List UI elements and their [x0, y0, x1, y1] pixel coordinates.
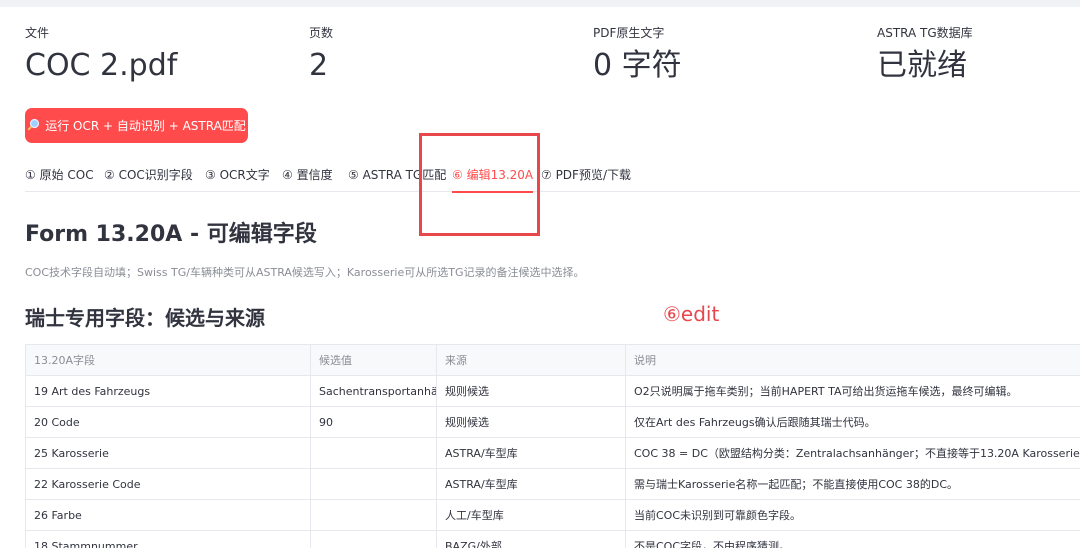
table-cell[interactable]: 不是COC字段，不由程序猜测。 — [626, 531, 1080, 548]
metric-pages: 页数 2 — [309, 24, 333, 86]
tab-coc-fields[interactable]: ② COC识别字段 — [104, 164, 193, 192]
tab-bar: ① 原始 COC ② COC识别字段 ③ OCR文字 ④ 置信度 ⑤ ASTRA… — [25, 164, 1080, 193]
table-cell[interactable]: 规则候选 — [437, 376, 626, 407]
top-panel-strip — [0, 0, 1080, 7]
section-title: 瑞士专用字段：候选与来源 — [25, 306, 265, 330]
table-cell[interactable]: 26 Farbe — [26, 500, 311, 531]
table-cell[interactable] — [311, 469, 437, 500]
table-cell[interactable]: 当前COC未识别到可靠颜色字段。 — [626, 500, 1080, 531]
metric-pdf-text: PDF原生文字 0 字符 — [593, 24, 682, 86]
table-row[interactable]: 20 Code 90 规则候选 仅在Art des Fahrzeugs确认后跟随… — [26, 407, 1080, 438]
metric-file-label: 文件 — [25, 26, 50, 40]
metric-pdf-text-label: PDF原生文字 — [593, 26, 665, 40]
table-row[interactable]: 22 Karosserie Code ASTRA/车型库 需与瑞士Karosse… — [26, 469, 1080, 500]
page-title: Form 13.20A - 可编辑字段 — [25, 222, 317, 247]
metric-astra-db-label: ASTRA TG数据库 — [877, 26, 973, 40]
metric-astra-db: ASTRA TG数据库 已就绪 — [877, 24, 973, 86]
table-cell[interactable]: 规则候选 — [437, 407, 626, 438]
column-header[interactable]: 13.20A字段 — [26, 345, 311, 376]
table-cell[interactable]: O2只说明属于拖车类别；当前HAPERT TA可给出货运拖车候选，最终可编辑。 — [626, 376, 1080, 407]
table-row[interactable]: 18 Stammnummer BAZG/外部 不是COC字段，不由程序猜测。 — [26, 531, 1080, 548]
tab-ocr-text[interactable]: ③ OCR文字 — [205, 164, 270, 192]
candidates-table[interactable]: 13.20A字段 候选值 来源 说明 19 Art des Fahrzeugs … — [25, 344, 1080, 548]
table-cell[interactable]: 18 Stammnummer — [26, 531, 311, 548]
highlight-box — [419, 133, 540, 236]
table-cell[interactable]: 仅在Art des Fahrzeugs确认后跟随其瑞士代码。 — [626, 407, 1080, 438]
table-cell[interactable]: 20 Code — [26, 407, 311, 438]
magnifier-icon — [27, 118, 40, 134]
table-row[interactable]: 19 Art des Fahrzeugs Sachentransportanhä… — [26, 376, 1080, 407]
table-cell[interactable]: Sachentransportanhänger — [311, 376, 437, 407]
table-row[interactable]: 26 Farbe 人工/车型库 当前COC未识别到可靠颜色字段。 — [26, 500, 1080, 531]
table-cell[interactable]: BAZG/外部 — [437, 531, 626, 548]
run-ocr-button-label: 运行 OCR + 自动识别 + ASTRA匹配 — [45, 119, 246, 133]
metric-astra-db-value: 已就绪 — [877, 48, 967, 83]
table-cell[interactable]: 25 Karosserie — [26, 438, 311, 469]
column-header[interactable]: 来源 — [437, 345, 626, 376]
tab-original-coc[interactable]: ① 原始 COC — [25, 164, 94, 192]
table-cell[interactable]: 90 — [311, 407, 437, 438]
table-cell[interactable]: ASTRA/车型库 — [437, 438, 626, 469]
column-header[interactable]: 说明 — [626, 345, 1080, 376]
tab-pdf-preview[interactable]: ⑦ PDF预览/下载 — [541, 164, 631, 192]
metric-file-value: COC 2.pdf — [25, 48, 178, 83]
table-header-row: 13.20A字段 候选值 来源 说明 — [26, 345, 1080, 376]
table-cell[interactable] — [311, 531, 437, 548]
table-cell[interactable]: 22 Karosserie Code — [26, 469, 311, 500]
table-cell[interactable] — [311, 438, 437, 469]
metric-pages-value: 2 — [309, 48, 329, 83]
table-cell[interactable]: ASTRA/车型库 — [437, 469, 626, 500]
table-cell[interactable]: 人工/车型库 — [437, 500, 626, 531]
metric-pages-label: 页数 — [309, 26, 334, 40]
edit-annotation: ⑥edit — [663, 302, 720, 326]
table-cell[interactable]: 19 Art des Fahrzeugs — [26, 376, 311, 407]
metric-pdf-text-value: 0 字符 — [593, 48, 682, 83]
table-row[interactable]: 25 Karosserie ASTRA/车型库 COC 38 = DC（欧盟结构… — [26, 438, 1080, 469]
page-caption: COC技术字段自动填；Swiss TG/车辆种类可从ASTRA候选写入；Karo… — [25, 266, 585, 279]
tab-confidence[interactable]: ④ 置信度 — [282, 164, 333, 192]
metric-file: 文件 COC 2.pdf — [25, 24, 177, 86]
table-cell[interactable] — [311, 500, 437, 531]
table-cell[interactable]: 需与瑞士Karosserie名称一起匹配；不能直接使用COC 38的DC。 — [626, 469, 1080, 500]
run-ocr-button[interactable]: 运行 OCR + 自动识别 + ASTRA匹配 — [25, 108, 248, 143]
table-cell[interactable]: COC 38 = DC（欧盟结构分类：Zentralachsanhänger；不… — [626, 438, 1080, 469]
column-header[interactable]: 候选值 — [311, 345, 437, 376]
